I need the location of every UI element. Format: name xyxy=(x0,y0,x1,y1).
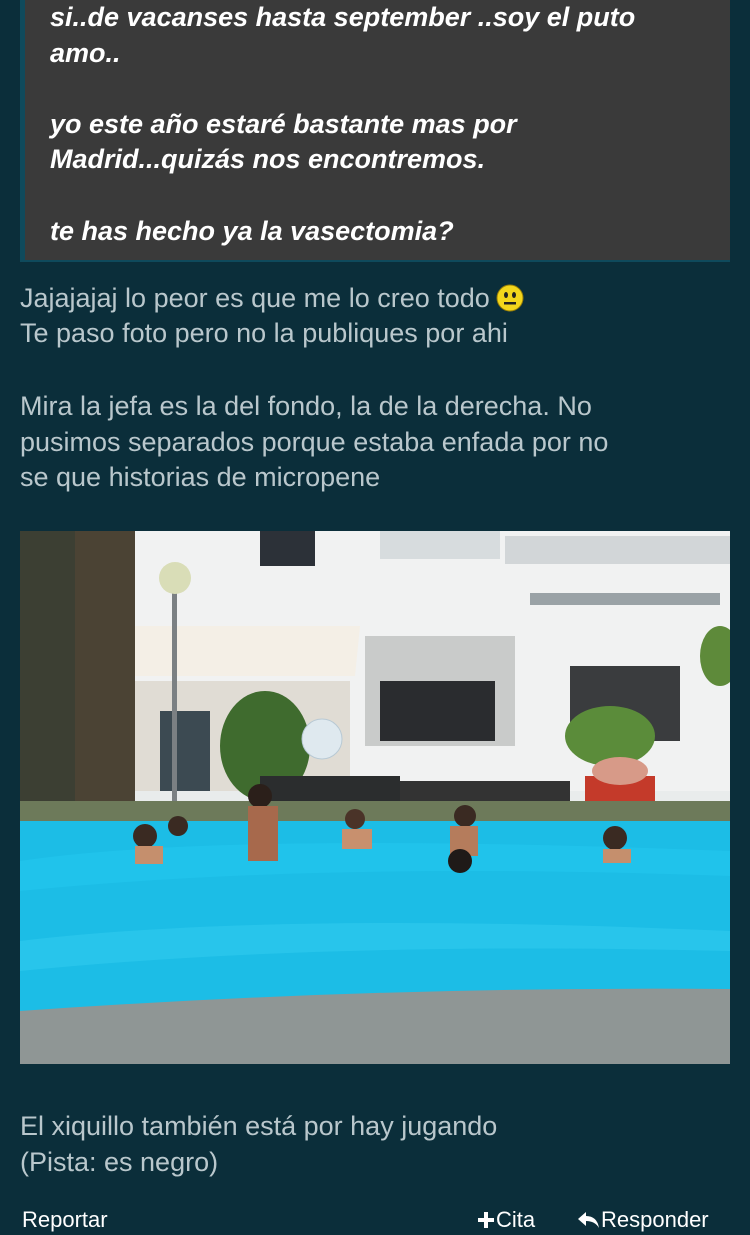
post-line: Jajajajaj lo peor es que me lo creo todo xyxy=(20,280,524,316)
post-line: Te paso foto pero no la publiques por ah… xyxy=(20,318,508,348)
quote-line: yo este año estaré bastante mas por xyxy=(50,109,517,139)
quote-line: Madrid...quizás nos encontremos. xyxy=(50,144,486,174)
post-line: Mira la jefa es la del fondo, la de la d… xyxy=(20,391,592,421)
quote-label: Cita xyxy=(496,1207,536,1232)
quote-line: amo.. xyxy=(50,38,121,68)
reply-label: Responder xyxy=(601,1207,709,1232)
report-button[interactable]: Reportar xyxy=(22,1205,108,1235)
report-label: Reportar xyxy=(22,1207,108,1232)
post-line: pusimos separados porque estaba enfada p… xyxy=(20,427,609,457)
quote-button[interactable]: Cita xyxy=(476,1205,535,1235)
plus-icon xyxy=(478,1212,494,1228)
reply-button[interactable]: Responder xyxy=(577,1205,709,1235)
quote-line: si..de vacanses hasta september ..soy el… xyxy=(50,2,636,32)
caption-line: El xiquillo también está por hay jugando xyxy=(20,1111,498,1141)
caption-line: (Pista: es negro) xyxy=(20,1147,219,1177)
quote-line: te has hecho ya la vasectomia? xyxy=(50,216,454,246)
post-line: se que historias de micropene xyxy=(20,462,381,492)
post-text: Jajajajaj lo peor es que me lo creo todo xyxy=(20,283,490,313)
quoted-message: si..de vacanses hasta september ..soy el… xyxy=(20,0,730,262)
pool-photo[interactable] xyxy=(20,531,730,1064)
neutral-face-icon xyxy=(496,284,524,312)
reply-arrow-icon xyxy=(578,1212,599,1228)
